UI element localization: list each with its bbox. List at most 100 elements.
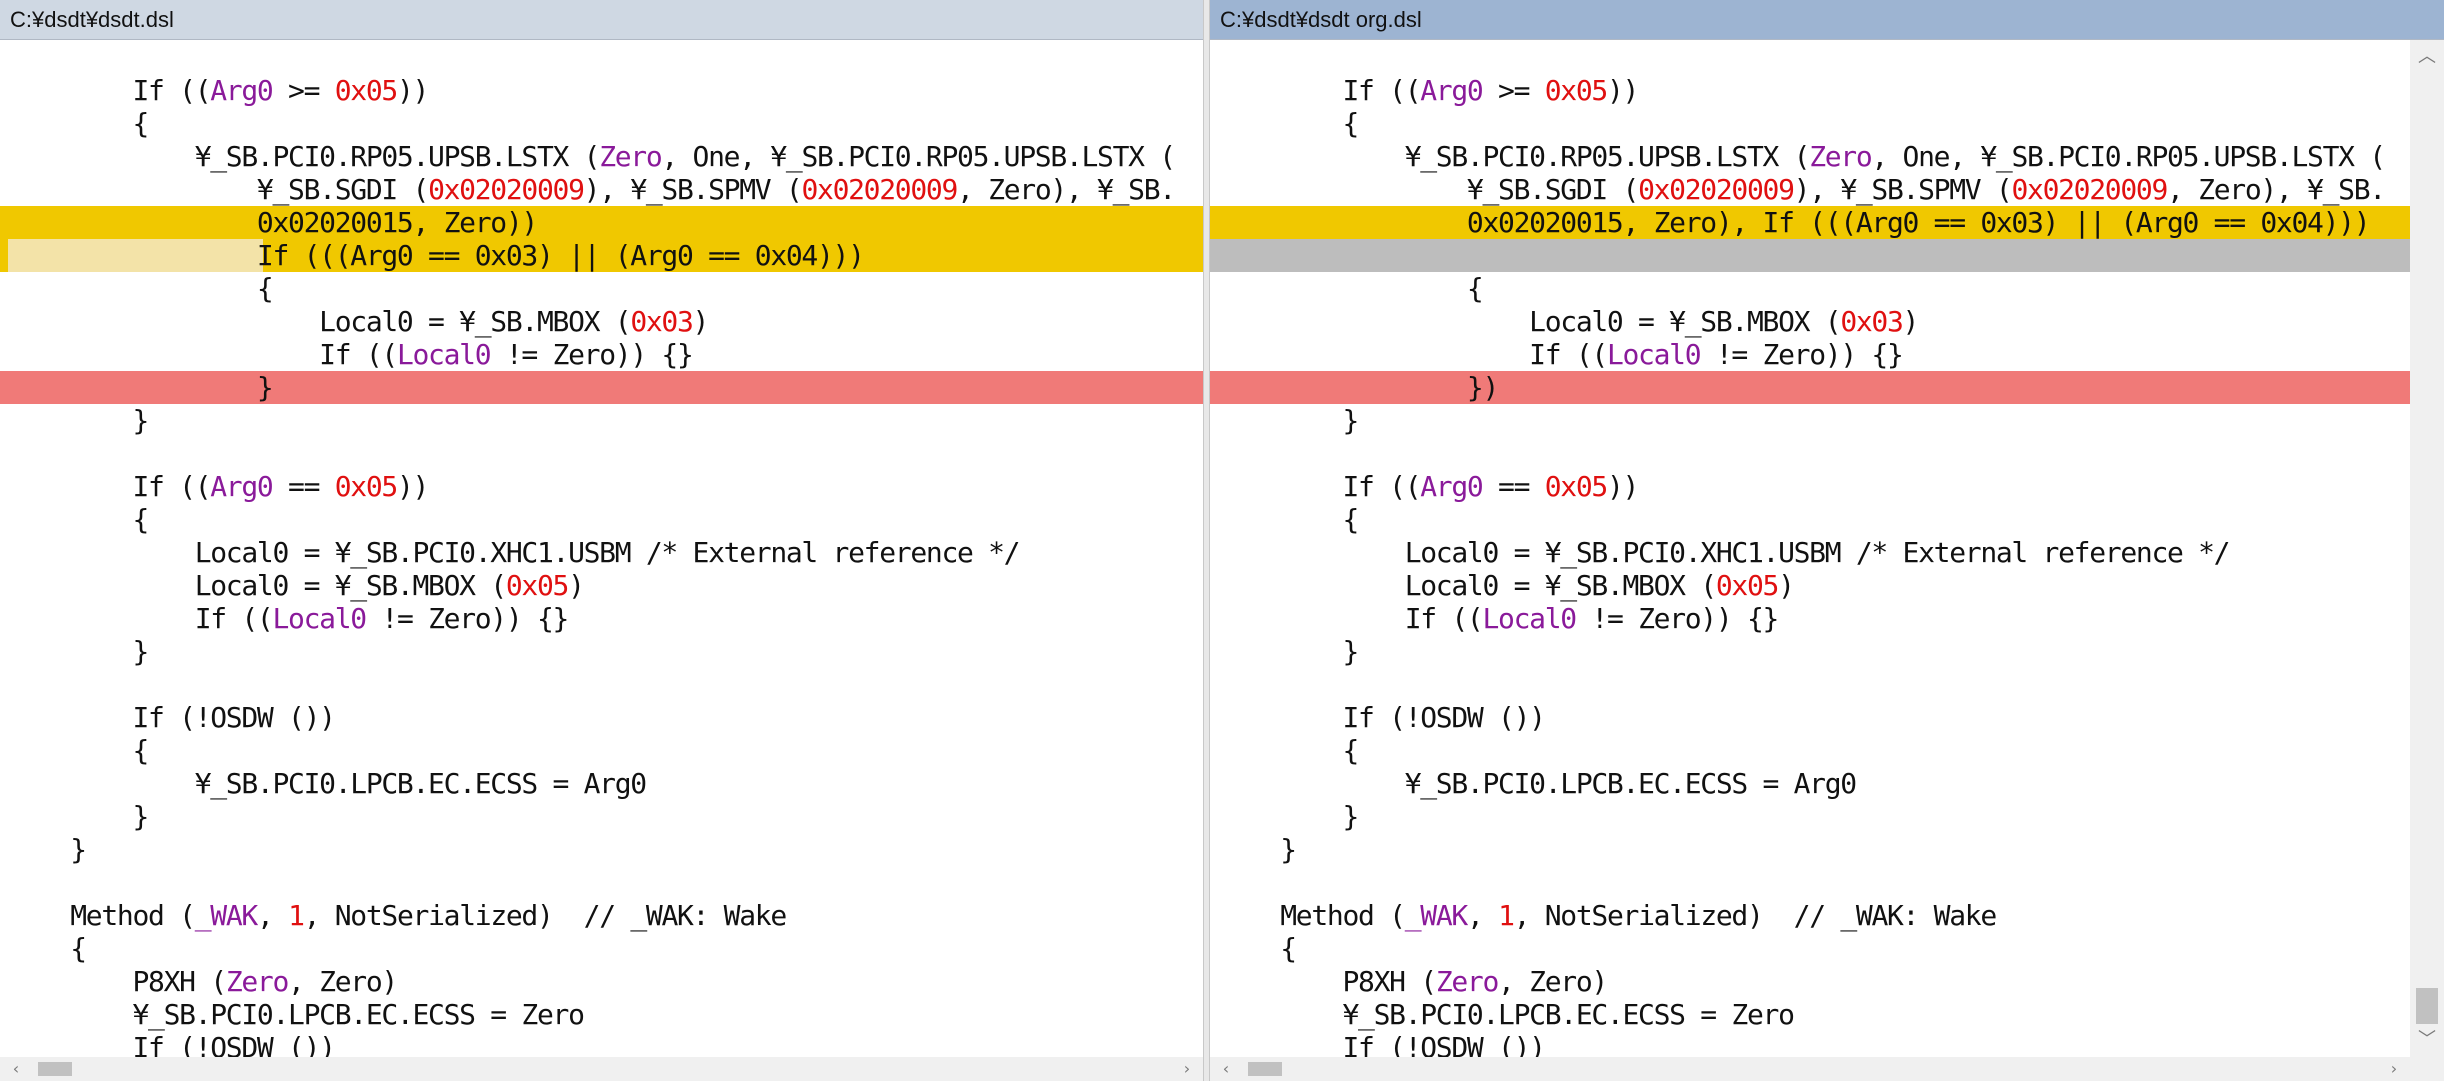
code-line-text: } <box>8 404 149 437</box>
code-line[interactable]: 0x02020015, Zero), If (((Arg0 == 0x03) |… <box>1210 206 2444 239</box>
pane-splitter[interactable] <box>1203 0 1210 1081</box>
code-line[interactable]: If ((Local0 != Zero)) {} <box>0 602 1203 635</box>
code-line[interactable]: Local0 = ¥_SB.PCI0.XHC1.USBM /* External… <box>0 536 1203 569</box>
code-line[interactable]: { <box>1210 932 2444 965</box>
code-line[interactable]: P8XH (Zero, Zero) <box>0 965 1203 998</box>
code-token: } <box>1218 833 1297 866</box>
code-line[interactable]: Local0 = ¥_SB.MBOX (0x03) <box>0 305 1203 338</box>
code-token: ¥_SB.PCI0.RP05.UPSB.LSTX ( <box>8 140 601 173</box>
code-token: If (!OSDW ()) <box>1218 701 1546 734</box>
code-line-text: P8XH (Zero, Zero) <box>8 965 398 998</box>
code-token: != Zero)) {} <box>1700 338 1904 371</box>
code-line[interactable]: } <box>0 635 1203 668</box>
code-line[interactable]: ¥_SB.PCI0.LPCB.EC.ECSS = Arg0 <box>0 767 1203 800</box>
code-token: 0x02020009 <box>1638 173 1795 206</box>
code-line[interactable]: } <box>0 833 1203 866</box>
code-token: , Zero) <box>288 965 398 998</box>
code-line[interactable]: } <box>0 800 1203 833</box>
code-line[interactable] <box>1210 239 2444 272</box>
code-line[interactable]: If ((Local0 != Zero)) {} <box>0 338 1203 371</box>
code-line[interactable]: Local0 = ¥_SB.MBOX (0x03) <box>1210 305 2444 338</box>
scroll-right-icon[interactable]: › <box>2382 1057 2406 1081</box>
code-line[interactable] <box>1210 668 2444 701</box>
code-line[interactable]: Local0 = ¥_SB.MBOX (0x05) <box>1210 569 2444 602</box>
left-file-title: C:¥dsdt¥dsdt.dsl <box>0 0 1203 40</box>
code-line[interactable] <box>0 668 1203 701</box>
code-token: }) <box>1218 371 1499 404</box>
code-token: Arg0 <box>1420 74 1484 107</box>
code-line[interactable]: Method (_WAK, 1, NotSerialized) // _WAK:… <box>1210 899 2444 932</box>
code-line[interactable] <box>0 866 1203 899</box>
code-line[interactable]: If ((Arg0 == 0x05)) <box>1210 470 2444 503</box>
code-line[interactable]: { <box>1210 107 2444 140</box>
code-line-text: } <box>1218 833 1297 866</box>
scroll-left-icon[interactable]: ‹ <box>4 1057 28 1081</box>
code-line[interactable] <box>1210 437 2444 470</box>
code-line[interactable]: } <box>0 371 1203 404</box>
code-token: } <box>8 833 87 866</box>
code-line[interactable]: ¥_SB.SGDI (0x02020009), ¥_SB.SPMV (0x020… <box>1210 173 2444 206</box>
code-line[interactable]: } <box>1210 404 2444 437</box>
code-line[interactable]: } <box>0 404 1203 437</box>
code-line[interactable]: If ((Arg0 == 0x05)) <box>0 470 1203 503</box>
code-line-text: If (((Arg0 == 0x03) || (Arg0 == 0x04))) <box>8 239 865 272</box>
code-line[interactable]: } <box>1210 833 2444 866</box>
code-token: Local0 = ¥_SB.MBOX ( <box>1218 569 1717 602</box>
right-code-view[interactable]: If ((Arg0 >= 0x05)) { ¥_SB.PCI0.RP05.UPS… <box>1210 74 2444 1064</box>
code-line[interactable]: ¥_SB.PCI0.RP05.UPSB.LSTX (Zero, One, ¥_S… <box>0 140 1203 173</box>
right-vscroll-thumb[interactable] <box>2416 988 2438 1024</box>
code-line[interactable]: } <box>1210 800 2444 833</box>
code-line-text: }) <box>1218 371 1499 404</box>
code-line[interactable]: } <box>1210 635 2444 668</box>
code-line[interactable]: { <box>0 107 1203 140</box>
code-line-text: Local0 = ¥_SB.MBOX (0x05) <box>8 569 585 602</box>
left-editor-pane[interactable]: C:¥dsdt¥dsdt.dsl If ((Arg0 >= 0x05)) { ¥… <box>0 0 1204 1081</box>
code-line[interactable] <box>0 437 1203 470</box>
code-line[interactable]: { <box>0 272 1203 305</box>
code-line[interactable] <box>1210 866 2444 899</box>
scroll-right-icon[interactable]: › <box>1175 1057 1199 1081</box>
code-line[interactable]: { <box>1210 272 2444 305</box>
scroll-up-icon[interactable]: ︿ <box>2410 40 2444 74</box>
code-line[interactable]: { <box>1210 734 2444 767</box>
code-line[interactable]: P8XH (Zero, Zero) <box>1210 965 2444 998</box>
code-line[interactable]: ¥_SB.PCI0.RP05.UPSB.LSTX (Zero, One, ¥_S… <box>1210 140 2444 173</box>
code-line[interactable]: { <box>1210 503 2444 536</box>
code-line[interactable]: Local0 = ¥_SB.MBOX (0x05) <box>0 569 1203 602</box>
left-code-view[interactable]: If ((Arg0 >= 0x05)) { ¥_SB.PCI0.RP05.UPS… <box>0 74 1203 1064</box>
code-line-text: P8XH (Zero, Zero) <box>1218 965 1608 998</box>
right-vertical-scrollbar[interactable]: ︿ ﹀ <box>2410 40 2444 1057</box>
code-token: , One, ¥_SB.PCI0.RP05.UPSB.LSTX ( <box>1871 140 2386 173</box>
code-line[interactable]: If (((Arg0 == 0x03) || (Arg0 == 0x04))) <box>0 239 1203 272</box>
code-token: If (( <box>1218 74 1421 107</box>
code-line-text: { <box>8 107 149 140</box>
code-line[interactable]: Method (_WAK, 1, NotSerialized) // _WAK:… <box>0 899 1203 932</box>
code-token: { <box>8 932 87 965</box>
right-editor-pane[interactable]: C:¥dsdt¥dsdt org.dsl If ((Arg0 >= 0x05))… <box>1210 0 2444 1081</box>
code-line[interactable]: ¥_SB.PCI0.LPCB.EC.ECSS = Arg0 <box>1210 767 2444 800</box>
code-line[interactable]: If (!OSDW ()) <box>1210 701 2444 734</box>
code-line[interactable]: Local0 = ¥_SB.PCI0.XHC1.USBM /* External… <box>1210 536 2444 569</box>
code-line[interactable]: ¥_SB.PCI0.LPCB.EC.ECSS = Zero <box>0 998 1203 1031</box>
code-line[interactable]: If (!OSDW ()) <box>0 701 1203 734</box>
code-line[interactable]: { <box>0 932 1203 965</box>
code-line[interactable]: }) <box>1210 371 2444 404</box>
right-horizontal-scrollbar[interactable]: ‹ › <box>1210 1057 2410 1081</box>
code-line[interactable]: If ((Arg0 >= 0x05)) <box>0 74 1203 107</box>
code-line-text: ¥_SB.PCI0.LPCB.EC.ECSS = Arg0 <box>1218 767 1857 800</box>
left-hscroll-thumb[interactable] <box>38 1062 72 1076</box>
scroll-left-icon[interactable]: ‹ <box>1214 1057 1238 1081</box>
code-line[interactable]: { <box>0 734 1203 767</box>
scroll-down-icon[interactable]: ﹀ <box>2410 1023 2444 1057</box>
code-line[interactable]: ¥_SB.SGDI (0x02020009), ¥_SB.SPMV (0x020… <box>0 173 1203 206</box>
code-line[interactable]: If ((Local0 != Zero)) {} <box>1210 602 2444 635</box>
code-line-text: } <box>8 371 274 404</box>
left-horizontal-scrollbar[interactable]: ‹ › <box>0 1057 1203 1081</box>
code-line[interactable]: If ((Local0 != Zero)) {} <box>1210 338 2444 371</box>
code-line[interactable]: 0x02020015, Zero)) <box>0 206 1203 239</box>
code-line[interactable]: ¥_SB.PCI0.LPCB.EC.ECSS = Zero <box>1210 998 2444 1031</box>
code-token: , <box>1466 899 1499 932</box>
right-hscroll-thumb[interactable] <box>1248 1062 1282 1076</box>
code-line[interactable]: { <box>0 503 1203 536</box>
code-line[interactable]: If ((Arg0 >= 0x05)) <box>1210 74 2444 107</box>
